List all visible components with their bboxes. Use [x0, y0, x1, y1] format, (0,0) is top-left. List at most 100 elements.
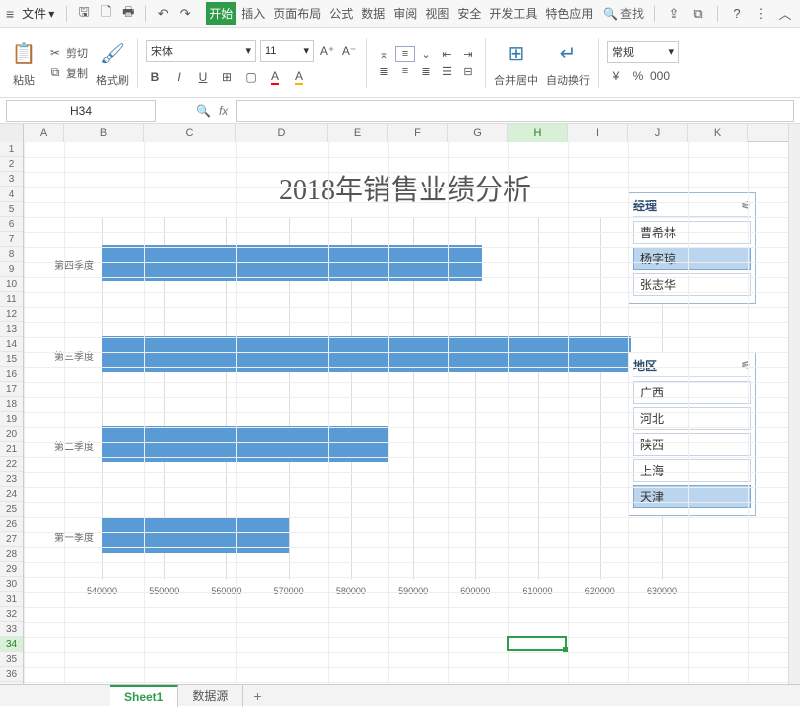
align-left-icon[interactable]: ≣: [375, 64, 393, 78]
col-header-K[interactable]: K: [688, 124, 748, 142]
row-header-13[interactable]: 13: [0, 322, 23, 337]
comma-icon[interactable]: 000: [651, 67, 669, 85]
col-header-J[interactable]: J: [628, 124, 688, 142]
justify-icon[interactable]: ☰: [438, 64, 456, 78]
col-header-B[interactable]: B: [64, 124, 144, 142]
copy-button[interactable]: ⧉复制: [48, 65, 88, 81]
name-box[interactable]: H34: [6, 100, 156, 122]
more-icon[interactable]: ⋮: [752, 5, 770, 23]
row-header-30[interactable]: 30: [0, 577, 23, 592]
row-header-20[interactable]: 20: [0, 427, 23, 442]
sheet-tab[interactable]: Sheet1: [110, 685, 178, 707]
row-header-5[interactable]: 5: [0, 202, 23, 217]
row-header-3[interactable]: 3: [0, 172, 23, 187]
row-header-36[interactable]: 36: [0, 667, 23, 682]
select-all-corner[interactable]: [0, 124, 24, 142]
ribbon-tab-7[interactable]: 安全: [454, 2, 484, 25]
row-header-21[interactable]: 21: [0, 442, 23, 457]
highlight-button[interactable]: Α: [290, 68, 308, 86]
slicer-item[interactable]: 广西: [633, 381, 751, 404]
sheet-tab[interactable]: 数据源: [178, 684, 243, 707]
paste-icon[interactable]: 📋: [8, 38, 40, 70]
ribbon-tab-3[interactable]: 公式: [326, 2, 356, 25]
align-middle-icon[interactable]: ≡: [396, 47, 414, 61]
ribbon-tab-9[interactable]: 特色应用: [542, 2, 596, 25]
row-header-16[interactable]: 16: [0, 367, 23, 382]
ribbon-tab-0[interactable]: 开始: [206, 2, 236, 25]
row-header-23[interactable]: 23: [0, 472, 23, 487]
print-icon[interactable]: 🖶: [119, 5, 137, 23]
row-header-29[interactable]: 29: [0, 562, 23, 577]
number-format-select[interactable]: 常规▾: [607, 41, 679, 63]
merge-icon[interactable]: ⊞: [500, 38, 532, 70]
row-header-24[interactable]: 24: [0, 487, 23, 502]
row-header-27[interactable]: 27: [0, 532, 23, 547]
row-header-33[interactable]: 33: [0, 622, 23, 637]
add-sheet-button[interactable]: +: [243, 685, 271, 707]
ribbon-tab-6[interactable]: 视图: [422, 2, 452, 25]
border-button[interactable]: ⊞: [218, 68, 236, 86]
share-icon[interactable]: ⇪: [665, 5, 683, 23]
insert-function-icon[interactable]: 🔍: [196, 104, 211, 118]
slicer-item[interactable]: 上海: [633, 459, 751, 482]
row-header-18[interactable]: 18: [0, 397, 23, 412]
indent-right-icon[interactable]: ⇥: [459, 47, 477, 61]
row-header-9[interactable]: 9: [0, 262, 23, 277]
col-header-H[interactable]: H: [508, 124, 568, 142]
ribbon-tab-8[interactable]: 开发工具: [486, 2, 540, 25]
file-menu[interactable]: 文件 ▾: [18, 3, 58, 24]
filter-icon[interactable]: ⚟: [741, 199, 751, 212]
row-header-22[interactable]: 22: [0, 457, 23, 472]
col-header-G[interactable]: G: [448, 124, 508, 142]
row-header-12[interactable]: 12: [0, 307, 23, 322]
font-name-select[interactable]: 宋体▾: [146, 40, 256, 62]
decrease-font-icon[interactable]: A⁻: [340, 42, 358, 60]
help-icon[interactable]: ?: [728, 5, 746, 23]
row-header-35[interactable]: 35: [0, 652, 23, 667]
row-header-34[interactable]: 34: [0, 637, 23, 652]
ribbon-tab-5[interactable]: 审阅: [390, 2, 420, 25]
row-header-4[interactable]: 4: [0, 187, 23, 202]
hamburger-icon[interactable]: ≡: [6, 6, 14, 22]
slicer-item[interactable]: 陕西: [633, 433, 751, 456]
row-header-11[interactable]: 11: [0, 292, 23, 307]
export-icon[interactable]: ⧉: [689, 5, 707, 23]
col-header-C[interactable]: C: [144, 124, 236, 142]
row-header-8[interactable]: 8: [0, 247, 23, 262]
filter-icon[interactable]: ⚟: [741, 359, 751, 372]
row-header-15[interactable]: 15: [0, 352, 23, 367]
currency-icon[interactable]: ¥: [607, 67, 625, 85]
row-header-7[interactable]: 7: [0, 232, 23, 247]
vertical-scrollbar[interactable]: [788, 124, 800, 684]
row-header-17[interactable]: 17: [0, 382, 23, 397]
indent-left-icon[interactable]: ⇤: [438, 47, 456, 61]
undo-icon[interactable]: ↶: [154, 5, 172, 23]
italic-button[interactable]: I: [170, 68, 188, 86]
wrap-icon[interactable]: ↵: [552, 38, 584, 70]
cells-area[interactable]: 2018年销售业绩分析 5400005500005600005700005800…: [24, 142, 788, 684]
row-header-32[interactable]: 32: [0, 607, 23, 622]
row-header-14[interactable]: 14: [0, 337, 23, 352]
collapse-ribbon-icon[interactable]: ︿: [776, 5, 794, 23]
row-header-10[interactable]: 10: [0, 277, 23, 292]
row-header-25[interactable]: 25: [0, 502, 23, 517]
ribbon-tab-1[interactable]: 插入: [238, 2, 268, 25]
redo-icon[interactable]: ↷: [176, 5, 194, 23]
chart-object[interactable]: 2018年销售业绩分析 5400005500005600005700005800…: [54, 162, 756, 652]
fill-color-button[interactable]: ▢: [242, 68, 260, 86]
slicer-item[interactable]: 天津: [633, 485, 751, 508]
row-header-26[interactable]: 26: [0, 517, 23, 532]
ribbon-tab-4[interactable]: 数据: [358, 2, 388, 25]
format-painter-icon[interactable]: 🖌: [97, 38, 129, 70]
row-header-28[interactable]: 28: [0, 547, 23, 562]
slicer-manager[interactable]: 经理 ⚟ 曹希林杨字琼张志华: [628, 192, 756, 304]
font-size-select[interactable]: 11▾: [260, 40, 314, 62]
align-right-icon[interactable]: ≣: [417, 64, 435, 78]
formula-input[interactable]: [236, 100, 794, 122]
cut-button[interactable]: ✂剪切: [48, 45, 88, 61]
font-color-button[interactable]: A: [266, 68, 284, 86]
align-bottom-icon[interactable]: ⌄: [417, 47, 435, 61]
align-center-icon[interactable]: ≡: [396, 64, 414, 78]
row-header-1[interactable]: 1: [0, 142, 23, 157]
distribute-icon[interactable]: ⊟: [459, 64, 477, 78]
